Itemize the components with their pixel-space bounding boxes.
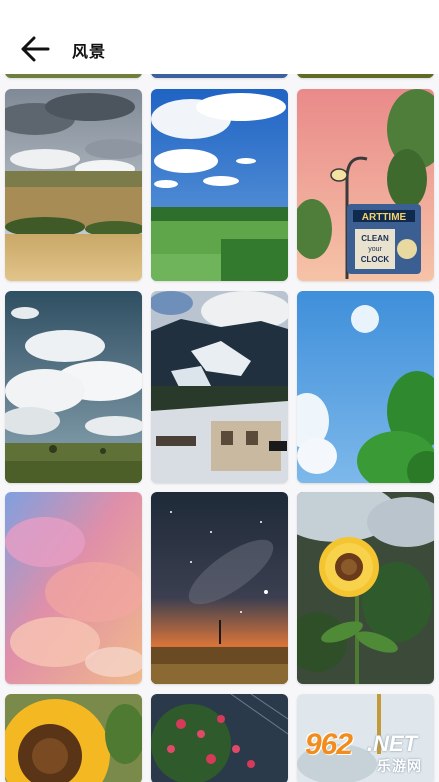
watermark-site-name: 乐游网 xyxy=(377,758,422,774)
wallpaper-grid[interactable]: ARTTIME CLEAN your CLOCK xyxy=(0,0,439,782)
wallpaper-tile-wheat-field[interactable] xyxy=(5,89,142,281)
wallpaper-tile-sunflower-closeup[interactable] xyxy=(5,694,142,782)
wallpaper-tile-snowy-mountain[interactable] xyxy=(151,291,288,483)
wallpaper-tile-red-flowers[interactable] xyxy=(151,694,288,782)
wallpaper-tile-sunflower[interactable] xyxy=(297,492,434,684)
wallpaper-category-screen: ARTTIME CLEAN your CLOCK 风景 962 .NET 乐游网 xyxy=(0,0,439,782)
sign-text-line1: ARTTIME xyxy=(362,212,407,223)
wallpaper-tile-milky-way[interactable] xyxy=(151,492,288,684)
wallpaper-tile-blue-sky-meadow[interactable] xyxy=(151,89,288,281)
page-title: 风景 xyxy=(72,44,107,61)
sign-text-line4: CLOCK xyxy=(361,255,390,264)
wallpaper-tile-cumulus-field[interactable] xyxy=(5,291,142,483)
arrow-left-icon xyxy=(21,36,50,62)
watermark-number: 962 xyxy=(305,728,353,761)
top-bar: 风景 xyxy=(0,0,439,74)
wallpaper-tile-street-lamp[interactable]: ARTTIME CLEAN your CLOCK xyxy=(297,89,434,281)
back-button[interactable] xyxy=(18,32,52,66)
wallpaper-tile-pink-sunset[interactable] xyxy=(5,492,142,684)
sign-text-line3: your xyxy=(368,246,382,253)
wallpaper-tile-blue-sky-tree[interactable] xyxy=(297,291,434,483)
site-watermark: 962 .NET 乐游网 xyxy=(305,728,433,774)
sign-text-line2: CLEAN xyxy=(361,234,389,243)
watermark-net: .NET xyxy=(367,731,418,756)
